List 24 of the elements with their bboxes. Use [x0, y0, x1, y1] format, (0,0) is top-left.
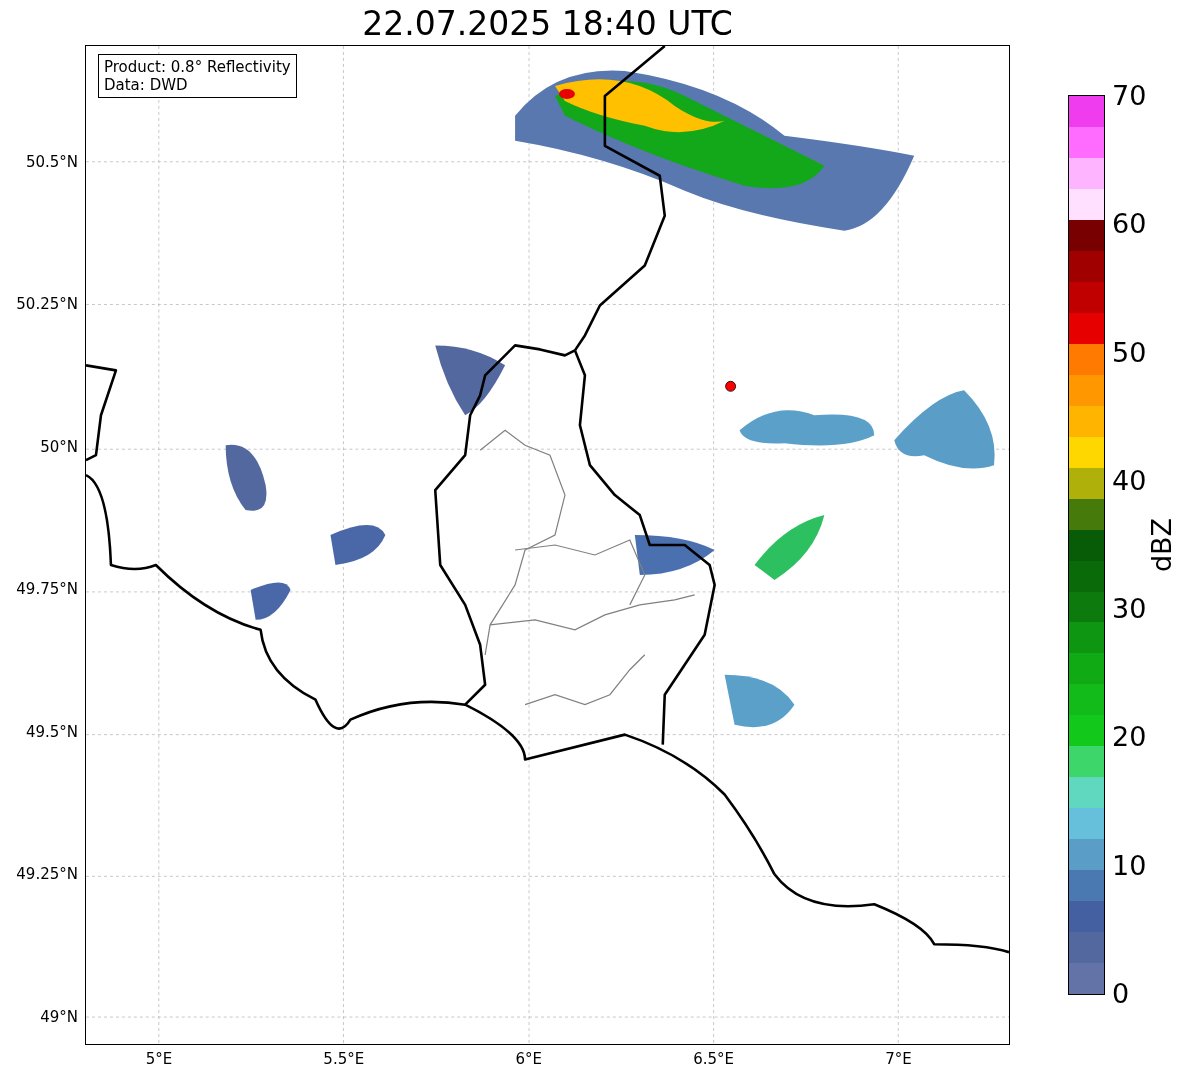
axis-tick-label: 50.5°N	[25, 152, 78, 171]
legend-text: Product: 0.8° Reflectivity	[104, 58, 291, 76]
chart-title: 22.07.2025 18:40 UTC	[361, 3, 734, 45]
colorbar-tick-label: 40	[1112, 465, 1147, 496]
axis-tick-label: 50.25°N	[16, 295, 78, 314]
colorbar-tick-label: 50	[1112, 337, 1147, 368]
legend-text: Data: DWD	[104, 76, 189, 94]
axis-tick-label: 6°E	[515, 1050, 542, 1068]
colorbar-tick-label: 0	[1112, 979, 1130, 1009]
colorbar-tick-label: 70	[1112, 81, 1147, 111]
colorbar-tick-label: 10	[1112, 850, 1147, 881]
axis-tick-label: 49°N	[40, 1007, 78, 1026]
axis-tick-label: 5.5°E	[323, 1050, 365, 1068]
colorbar-tick-label: 30	[1112, 594, 1147, 625]
axis-tick-label: 49.25°N	[16, 865, 78, 884]
axis-tick-label: 49.5°N	[25, 722, 78, 741]
colorbar-tick-label: 20	[1112, 722, 1147, 753]
colorbar-label: dBZ	[1145, 517, 1177, 573]
colorbar-tick-label: 60	[1112, 209, 1147, 240]
axis-tick-label: 7°E	[885, 1050, 912, 1068]
axis-tick-label: 5°E	[145, 1050, 173, 1068]
axis-tick-label: 50°N	[40, 437, 78, 456]
axis-tick-label: 49.75°N	[16, 580, 78, 599]
axis-tick-label: 6.5°E	[693, 1050, 734, 1068]
